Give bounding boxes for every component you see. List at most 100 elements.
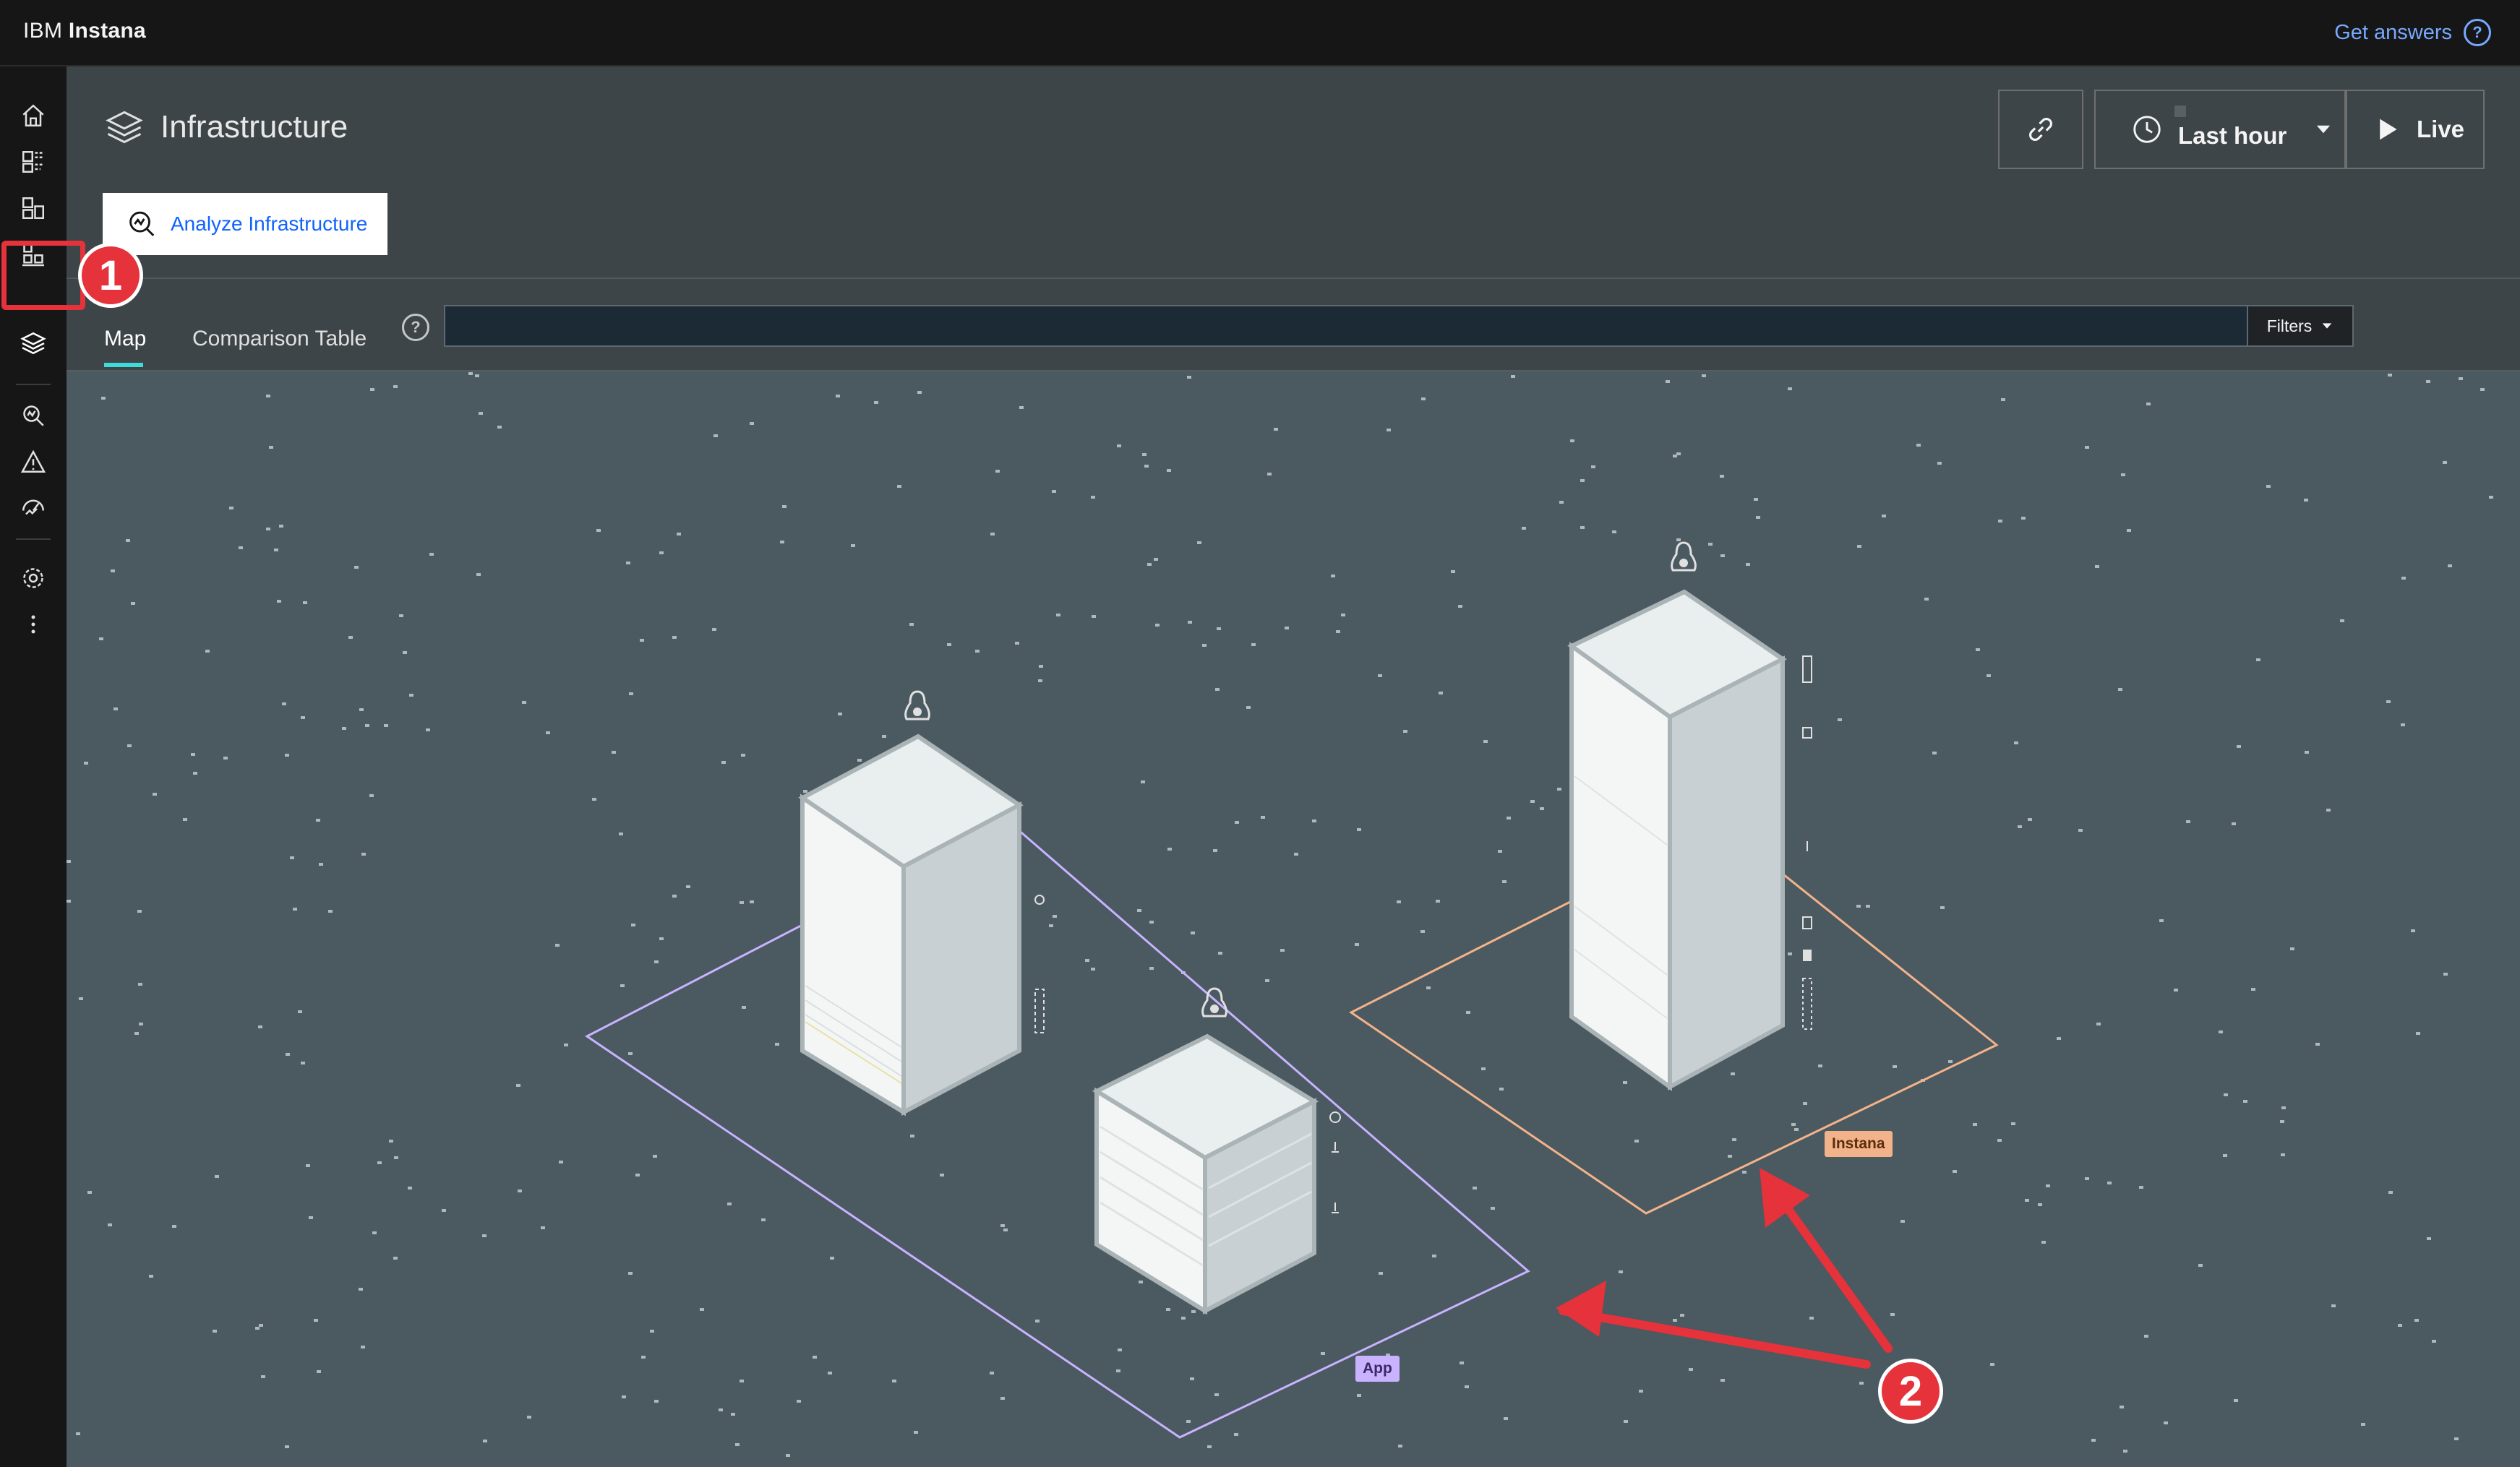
map-dot [1924, 598, 1929, 601]
map-dot [1285, 627, 1289, 629]
map-dot [653, 1155, 657, 1158]
map-dot [1274, 428, 1278, 431]
help-icon[interactable]: ? [402, 314, 429, 341]
infrastructure-map[interactable] [67, 371, 2520, 1467]
map-dot [712, 628, 716, 631]
map-dot [389, 1140, 393, 1143]
map-dot [750, 422, 754, 425]
search-input[interactable] [444, 305, 2313, 347]
map-dot [403, 651, 407, 654]
map-dot [1117, 444, 1121, 447]
map-dot [1680, 1314, 1684, 1317]
zone-label-app[interactable]: App [1355, 1356, 1400, 1382]
map-dot [518, 1189, 522, 1192]
map-dot [2186, 820, 2190, 823]
map-dot [303, 601, 307, 604]
zone-app[interactable] [585, 818, 1530, 1439]
map-dot [1357, 1394, 1361, 1397]
map-dot [1213, 849, 1217, 852]
copy-link-button[interactable] [1998, 90, 2083, 169]
caret-down-icon [2317, 125, 2331, 134]
map-dot [183, 818, 187, 821]
map-dot [622, 1395, 626, 1398]
nav-slo[interactable] [12, 485, 55, 525]
nav-more[interactable] [12, 604, 55, 645]
map-dot [626, 562, 630, 564]
host-box[interactable] [798, 734, 1024, 1117]
tab-comparison-table[interactable]: Comparison Table [192, 327, 367, 351]
brand-prefix: IBM [23, 19, 63, 43]
map-dot [2120, 1406, 2124, 1408]
nav-infrastructure[interactable] [12, 323, 55, 363]
map-dot [1866, 905, 1870, 908]
nav-settings[interactable] [12, 558, 55, 598]
map-dot [399, 614, 403, 617]
map-dot [1639, 1390, 1643, 1393]
brand-logo[interactable]: IBM Instana [23, 19, 146, 43]
map-dot [1987, 674, 1991, 677]
map-dot [1280, 949, 1285, 952]
map-dot [1580, 526, 1585, 529]
map-dot [1570, 439, 1574, 442]
map-dot [1167, 469, 1171, 472]
map-dot [1559, 501, 1564, 504]
map-dot [2251, 988, 2255, 991]
map-dot [2443, 973, 2448, 976]
map-dot [1190, 1377, 1194, 1380]
map-dot [1676, 538, 1681, 541]
map-dot [1378, 674, 1382, 677]
map-dot [191, 753, 195, 756]
active-tab-indicator [104, 363, 143, 367]
map-dot [2174, 989, 2178, 991]
nav-analytics[interactable] [12, 395, 55, 436]
tab-map[interactable]: Map [104, 327, 146, 351]
map-dot [359, 708, 364, 711]
map-dot [2028, 818, 2032, 821]
map-dot [897, 485, 901, 488]
live-button[interactable]: Live [2346, 90, 2485, 169]
nav-events[interactable] [12, 442, 55, 482]
nav-websites[interactable] [12, 142, 55, 182]
map-dot [2411, 929, 2415, 932]
map-dot [2480, 388, 2485, 391]
map-dot [111, 569, 115, 572]
map-dot [319, 863, 323, 866]
map-dot [84, 762, 88, 765]
map-dot [786, 1454, 790, 1457]
map-dot [101, 397, 106, 400]
nav-applications[interactable] [12, 188, 55, 228]
map-dot [1624, 1420, 1628, 1423]
map-dot [1666, 380, 1670, 383]
host-box[interactable] [1092, 1033, 1319, 1315]
analyze-infrastructure-button[interactable]: Analyze Infrastructure [103, 193, 387, 255]
map-dot [393, 1257, 398, 1260]
host-box[interactable] [1567, 589, 1787, 1091]
map-dot [1673, 1319, 1677, 1322]
map-dot [975, 650, 980, 653]
map-dot [2107, 1182, 2112, 1184]
nav-home[interactable] [12, 95, 55, 136]
live-label: Live [2417, 116, 2465, 142]
zone-label-instana[interactable]: Instana [1825, 1131, 1893, 1157]
map-dot [369, 794, 374, 797]
map-dot [2426, 380, 2430, 383]
map-dot [1202, 644, 1207, 647]
map-dot [279, 525, 283, 528]
get-answers-link[interactable]: Get answers ? [2334, 17, 2491, 48]
map-dot [2121, 473, 2125, 476]
map-dot [2414, 1319, 2419, 1322]
map-dot [259, 1324, 263, 1327]
map-dot [293, 908, 297, 911]
filters-button[interactable]: Filters [2247, 305, 2354, 347]
map-dot [429, 553, 434, 556]
map-dot [727, 1203, 732, 1205]
map-dot [266, 528, 270, 530]
time-range-dropdown[interactable]: Last hour [2094, 90, 2346, 169]
map-dot [635, 1174, 640, 1176]
map-canvas[interactable] [67, 371, 2520, 1467]
map-dot [1530, 800, 1535, 803]
map-dot [2159, 919, 2164, 922]
map-dot [1540, 807, 1544, 810]
map-dot [813, 1356, 817, 1359]
map-dot [1623, 1081, 1627, 1084]
